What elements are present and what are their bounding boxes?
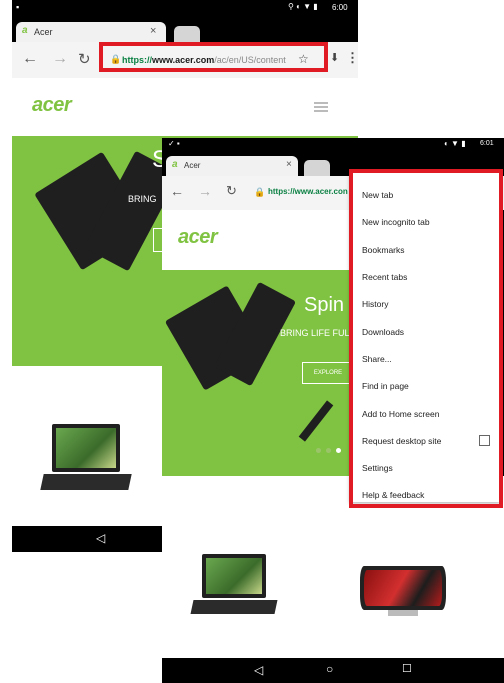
status-icons: ◐ ▼ ▮ [444, 139, 466, 148]
new-tab-button[interactable] [304, 160, 330, 176]
lock-icon: 🔒 [254, 187, 266, 197]
product-tablet-screen [206, 558, 262, 594]
hero-pen-image [298, 400, 334, 442]
notification-icon: ▪ [16, 2, 20, 12]
tab-strip: a Acer × [12, 16, 358, 42]
favicon-icon: a [172, 159, 178, 170]
nav-home-icon[interactable]: ○ [326, 662, 333, 676]
explore-button[interactable]: EXPLORE [302, 362, 354, 384]
notification-icons: ✓ ▪ [168, 139, 180, 148]
status-bar: ✓ ▪ ◐ ▼ ▮ 6:01 [162, 138, 504, 152]
back-arrow-icon[interactable]: ← [22, 50, 38, 68]
menu-highlight [349, 169, 503, 508]
site-header: acer [12, 78, 358, 136]
status-bar: ▪ ⚲ ◐ ▼ ▮ 6:00 [12, 0, 358, 16]
hero-banner[interactable]: Spin BRING LIFE FULI EXPLORE [162, 270, 354, 476]
tab-close-button[interactable]: × [150, 25, 156, 37]
tab-acer[interactable]: a Acer × [16, 22, 166, 42]
carousel-dot-active[interactable] [336, 448, 341, 453]
navigation-bar: ◁ ○ ☐ [162, 658, 504, 683]
hamburger-menu-icon[interactable] [314, 100, 328, 114]
tab-close-button[interactable]: × [286, 159, 292, 170]
site-header: acer [162, 210, 352, 270]
tab-title: Acer [34, 27, 53, 37]
url-text[interactable]: https://www.acer.con [268, 187, 348, 196]
carousel-dot[interactable] [326, 448, 331, 453]
overflow-menu-icon[interactable]: ⋮ [346, 50, 359, 66]
new-tab-button[interactable] [174, 26, 200, 42]
product-tablet-image[interactable] [52, 424, 120, 472]
tab-acer[interactable]: a Acer × [166, 156, 298, 176]
product-tablet-screen [56, 428, 116, 468]
acer-logo[interactable]: acer [32, 94, 72, 117]
product-keyboard [190, 600, 278, 614]
back-arrow-icon[interactable]: ← [170, 183, 184, 199]
status-time: 6:01 [480, 140, 494, 147]
status-time: 6:00 [332, 3, 348, 12]
product-tablet-image[interactable] [202, 554, 266, 598]
forward-arrow-icon[interactable]: → [198, 183, 212, 199]
product-monitor-stand [388, 610, 418, 616]
nav-back-icon[interactable]: ◁ [254, 663, 263, 677]
status-icons: ⚲ ◐ ▼ ▮ [288, 2, 318, 11]
product-monitor-image[interactable] [360, 566, 446, 610]
hero-subtitle: BRING LIFE FULI [280, 328, 353, 338]
nav-back-icon[interactable]: ◁ [96, 531, 105, 545]
product-keyboard [40, 474, 132, 490]
carousel-dot[interactable] [316, 448, 321, 453]
download-icon[interactable]: ⬇ [330, 51, 339, 64]
acer-logo[interactable]: acer [178, 226, 218, 249]
hero-subtitle: BRING [128, 194, 157, 204]
hero-title: Spin [304, 294, 345, 316]
reload-icon[interactable]: ↻ [226, 183, 237, 199]
nav-recents-icon[interactable]: ☐ [402, 662, 412, 675]
reload-icon[interactable]: ↻ [78, 50, 91, 68]
url-bar-highlight [99, 42, 328, 72]
product-monitor-screen [364, 570, 442, 606]
forward-arrow-icon[interactable]: → [52, 50, 68, 68]
favicon-icon: a [22, 25, 28, 36]
tab-title: Acer [184, 161, 201, 170]
